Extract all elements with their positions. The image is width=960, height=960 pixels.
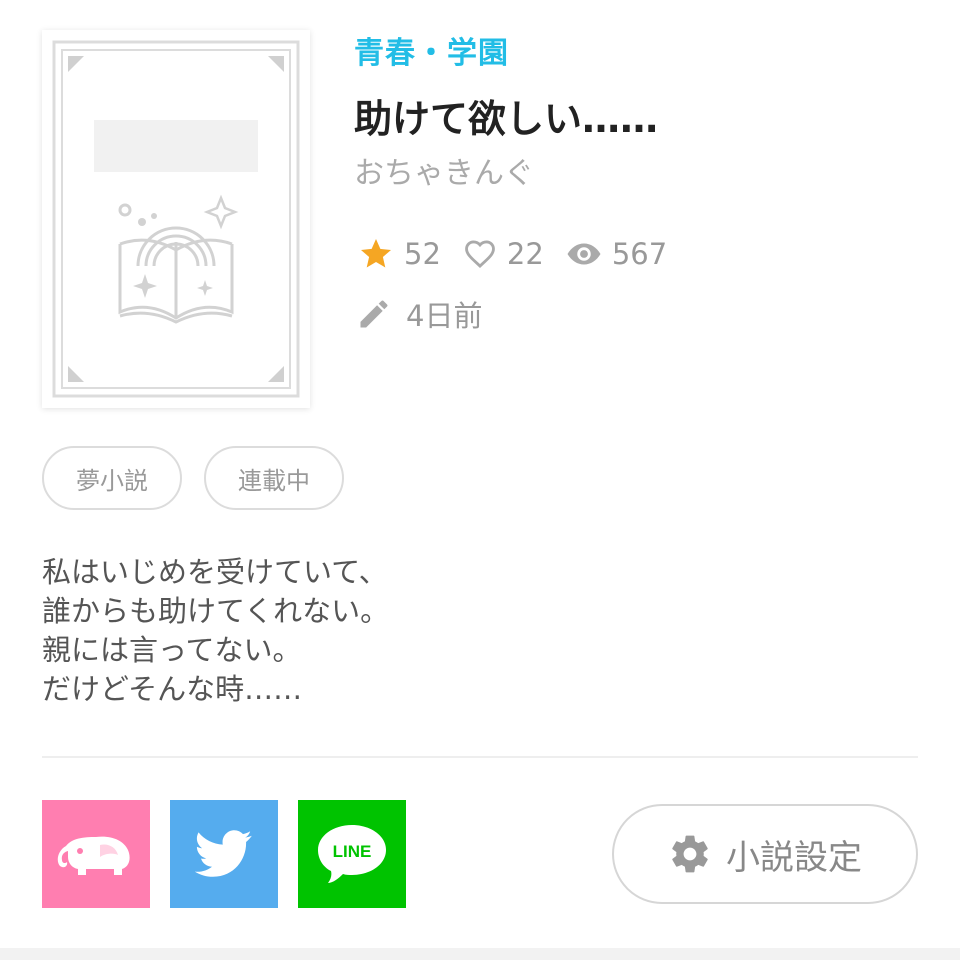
share-buttons: LINE [42, 800, 426, 908]
bottom-band [0, 948, 960, 960]
share-twitter-button[interactable] [170, 800, 278, 908]
share-line-button[interactable]: LINE [298, 800, 406, 908]
like-count-value: 22 [506, 237, 544, 271]
view-count: 567 [566, 236, 667, 272]
novel-title: 助けて欲しい…… [354, 97, 659, 141]
novel-settings-button[interactable]: 小説設定 [612, 804, 918, 904]
like-count: 22 [463, 237, 544, 271]
last-updated-value: 4日前 [406, 299, 483, 333]
author-link[interactable]: おちゃきんぐ [354, 148, 534, 192]
twitter-bird-icon [195, 830, 252, 877]
star-count-value: 52 [404, 237, 441, 271]
novel-cover [42, 30, 310, 408]
elephant-logo-icon [57, 836, 130, 875]
book-cover-placeholder-icon [52, 40, 300, 398]
synopsis: 私はいじめを受けていて、 誰からも助けてくれない。 親には言ってない。 だけどそ… [42, 553, 389, 709]
tag-chip[interactable]: 連載中 [204, 446, 344, 510]
synopsis-line: 私はいじめを受けていて、 [42, 555, 388, 589]
line-label: LINE [333, 842, 372, 861]
star-count: 52 [358, 236, 441, 272]
eye-icon [567, 243, 601, 265]
share-elephant-button[interactable] [42, 800, 150, 908]
genre-link[interactable]: 青春・学園 [354, 28, 509, 72]
synopsis-line: だけどそんな時…… [42, 672, 303, 706]
tag-list: 夢小説 連載中 [42, 446, 366, 510]
heart-outline-icon [465, 240, 495, 268]
line-logo-icon: LINE [318, 825, 386, 883]
synopsis-line: 親には言ってない。 [42, 633, 302, 667]
tag-chip[interactable]: 夢小説 [42, 446, 182, 510]
pencil-icon [360, 300, 388, 328]
novel-stats: 52 22 567 [358, 234, 689, 274]
synopsis-line: 誰からも助けてくれない。 [42, 594, 390, 628]
last-updated: 4日前 [356, 294, 482, 334]
gear-icon [672, 835, 708, 873]
novel-settings-label: 小説設定 [726, 837, 862, 878]
divider [42, 756, 918, 758]
view-count-value: 567 [611, 237, 668, 271]
star-icon [361, 239, 391, 268]
